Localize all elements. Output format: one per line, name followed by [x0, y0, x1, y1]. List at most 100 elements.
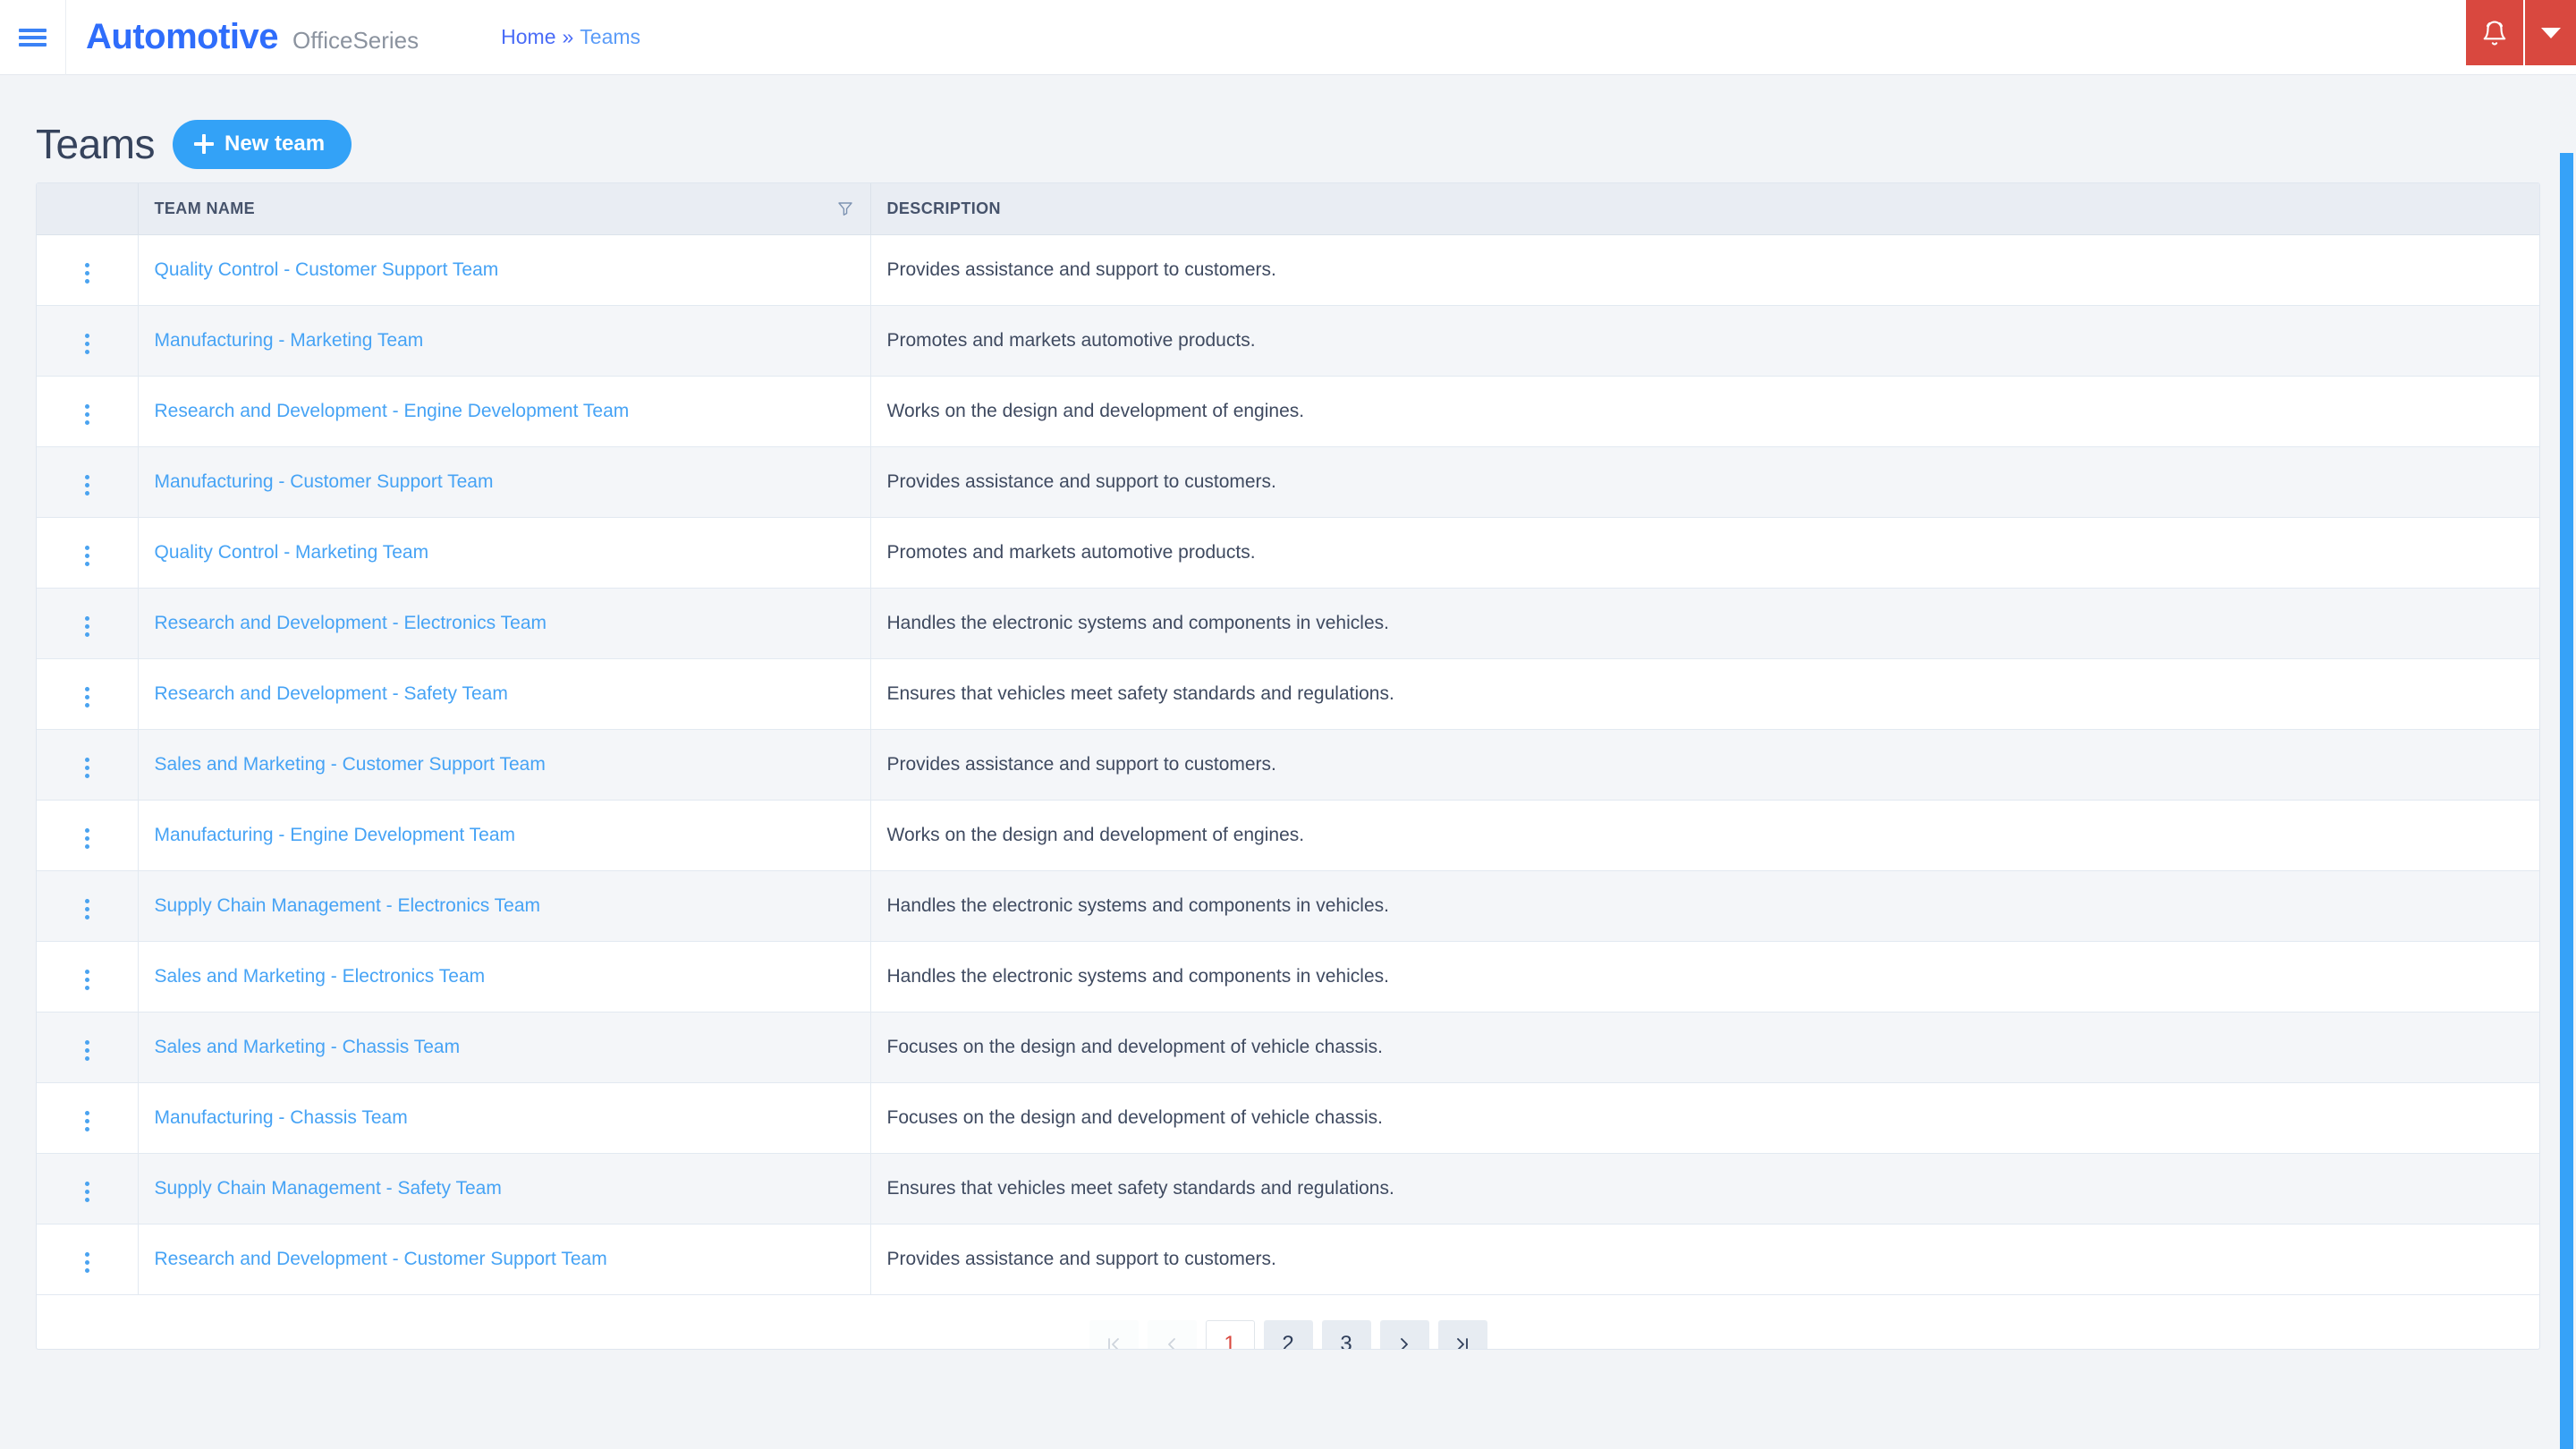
- team-name-link[interactable]: Quality Control - Marketing Team: [155, 542, 429, 563]
- breadcrumb-separator: »: [562, 25, 574, 48]
- description-text: Provides assistance and support to custo…: [886, 258, 1276, 280]
- table-row: Research and Development - Electronics T…: [37, 588, 2539, 659]
- vertical-dots-icon[interactable]: [72, 682, 102, 713]
- pagination-page-2[interactable]: 2: [1263, 1319, 1313, 1349]
- description-cell: Ensures that vehicles meet safety standa…: [870, 1153, 2539, 1224]
- notifications-button[interactable]: [2466, 0, 2523, 65]
- team-name-link[interactable]: Manufacturing - Chassis Team: [155, 1107, 408, 1128]
- vertical-dots-icon[interactable]: [72, 964, 102, 996]
- team-name-cell: Research and Development - Safety Team: [138, 658, 871, 730]
- vertical-dots-icon[interactable]: [72, 258, 102, 289]
- pagination-page-1[interactable]: 1: [1205, 1319, 1255, 1349]
- description-text: Promotes and markets automotive products…: [886, 541, 1256, 563]
- vertical-dots-icon[interactable]: [72, 399, 102, 430]
- top-bar: Automotive OfficeSeries Home » Teams: [0, 0, 2576, 75]
- team-name-link[interactable]: Supply Chain Management - Electronics Te…: [155, 895, 541, 916]
- team-name-cell: Quality Control - Marketing Team: [138, 517, 871, 589]
- pagination-first-button[interactable]: [1089, 1319, 1139, 1349]
- table-row: Manufacturing - Customer Support Team Pro…: [37, 446, 2539, 518]
- page-content: Teams New team TEAM NAME DESCRIPTION Qua…: [0, 75, 2576, 1449]
- breadcrumb-home[interactable]: Home: [501, 25, 555, 49]
- team-name-link[interactable]: Sales and Marketing - Customer Support T…: [155, 754, 546, 775]
- description-text: Works on the design and development of e…: [886, 824, 1305, 845]
- team-name-cell: Quality Control - Customer Support Team: [138, 234, 871, 306]
- pagination-prev-button[interactable]: [1147, 1319, 1197, 1349]
- description-text: Handles the electronic systems and compo…: [886, 894, 1389, 916]
- pagination-last-button[interactable]: [1437, 1319, 1487, 1349]
- row-actions-cell: [37, 588, 139, 659]
- caret-down-icon: [2540, 27, 2561, 39]
- description-cell: Handles the electronic systems and compo…: [870, 941, 2539, 1013]
- description-cell: Handles the electronic systems and compo…: [870, 588, 2539, 659]
- page-header: Teams New team: [0, 75, 2576, 175]
- filter-funnel-icon[interactable]: [836, 199, 854, 217]
- table-header: TEAM NAME DESCRIPTION: [37, 183, 2539, 235]
- scrollbar-thumb[interactable]: [2560, 153, 2573, 1449]
- vertical-dots-icon[interactable]: [72, 1035, 102, 1066]
- description-text: Works on the design and development of e…: [886, 400, 1305, 421]
- first-page-icon: [1105, 1335, 1123, 1349]
- vertical-dots-icon[interactable]: [72, 1247, 102, 1278]
- team-name-link[interactable]: Manufacturing - Engine Development Team: [155, 825, 516, 845]
- vertical-dots-icon[interactable]: [72, 470, 102, 501]
- team-name-link[interactable]: Sales and Marketing - Electronics Team: [155, 966, 486, 987]
- page-title: Teams: [36, 121, 155, 167]
- row-actions-cell: [37, 1082, 139, 1154]
- team-name-link[interactable]: Supply Chain Management - Safety Team: [155, 1178, 502, 1199]
- team-name-cell: Manufacturing - Engine Development Team: [138, 800, 871, 871]
- hamburger-bar: [19, 28, 47, 32]
- plus-icon: [193, 133, 214, 154]
- team-name-link[interactable]: Manufacturing - Marketing Team: [155, 330, 424, 351]
- brand-subtitle: OfficeSeries: [292, 27, 419, 54]
- vertical-dots-icon[interactable]: [72, 611, 102, 642]
- hamburger-bar: [19, 42, 47, 47]
- breadcrumb-teams[interactable]: Teams: [580, 25, 640, 49]
- description-text: Focuses on the design and development of…: [886, 1106, 1384, 1128]
- team-name-link[interactable]: Manufacturing - Customer Support Team: [155, 471, 494, 492]
- description-cell: Focuses on the design and development of…: [870, 1082, 2539, 1154]
- team-name-cell: Research and Development - Engine Develo…: [138, 376, 871, 447]
- last-page-icon: [1453, 1335, 1471, 1349]
- new-team-button[interactable]: New team: [172, 119, 352, 169]
- vertical-dots-icon[interactable]: [72, 752, 102, 784]
- vertical-dots-icon[interactable]: [72, 894, 102, 925]
- user-dropdown-button[interactable]: [2523, 0, 2576, 65]
- next-page-icon: [1395, 1335, 1413, 1349]
- description-text: Provides assistance and support to custo…: [886, 1248, 1276, 1269]
- pagination-page-3[interactable]: 3: [1321, 1319, 1371, 1349]
- vertical-dots-icon[interactable]: [72, 328, 102, 360]
- description-cell: Provides assistance and support to custo…: [870, 1224, 2539, 1295]
- hamburger-icon[interactable]: [0, 0, 66, 75]
- team-name-cell: Sales and Marketing - Electronics Team: [138, 941, 871, 1013]
- team-name-cell: Sales and Marketing - Customer Support T…: [138, 729, 871, 801]
- column-header-team-name[interactable]: TEAM NAME: [138, 183, 871, 235]
- team-name-link[interactable]: Quality Control - Customer Support Team: [155, 259, 499, 280]
- column-header-description[interactable]: DESCRIPTION: [870, 183, 2539, 235]
- team-name-cell: Manufacturing - Customer Support Team: [138, 446, 871, 518]
- row-actions-cell: [37, 446, 139, 518]
- team-name-link[interactable]: Research and Development - Safety Team: [155, 683, 508, 704]
- row-actions-cell: [37, 658, 139, 730]
- description-text: Handles the electronic systems and compo…: [886, 965, 1389, 987]
- team-name-link[interactable]: Research and Development - Engine Develo…: [155, 401, 630, 421]
- team-name-link[interactable]: Research and Development - Customer Supp…: [155, 1249, 607, 1269]
- table-row: Manufacturing - Marketing Team Promotes a…: [37, 305, 2539, 377]
- description-text: Ensures that vehicles meet safety standa…: [886, 1177, 1394, 1199]
- description-text: Handles the electronic systems and compo…: [886, 612, 1389, 633]
- team-name-link[interactable]: Research and Development - Electronics T…: [155, 613, 547, 633]
- table-header-row: TEAM NAME DESCRIPTION: [37, 183, 2539, 235]
- description-cell: Ensures that vehicles meet safety standa…: [870, 658, 2539, 730]
- vertical-dots-icon[interactable]: [72, 1176, 102, 1208]
- vertical-dots-icon[interactable]: [72, 540, 102, 572]
- team-name-cell: Sales and Marketing - Chassis Team: [138, 1012, 871, 1083]
- table-row: Quality Control - Marketing Team Promotes…: [37, 517, 2539, 589]
- team-name-cell: Supply Chain Management - Electronics Te…: [138, 870, 871, 942]
- pagination-next-button[interactable]: [1379, 1319, 1429, 1349]
- vertical-scrollbar[interactable]: [2556, 150, 2576, 1449]
- vertical-dots-icon[interactable]: [72, 1106, 102, 1137]
- team-name-link[interactable]: Sales and Marketing - Chassis Team: [155, 1037, 461, 1057]
- description-cell: Handles the electronic systems and compo…: [870, 870, 2539, 942]
- row-actions-cell: [37, 1153, 139, 1224]
- table-row: Quality Control - Customer Support Team P…: [37, 234, 2539, 306]
- vertical-dots-icon[interactable]: [72, 823, 102, 854]
